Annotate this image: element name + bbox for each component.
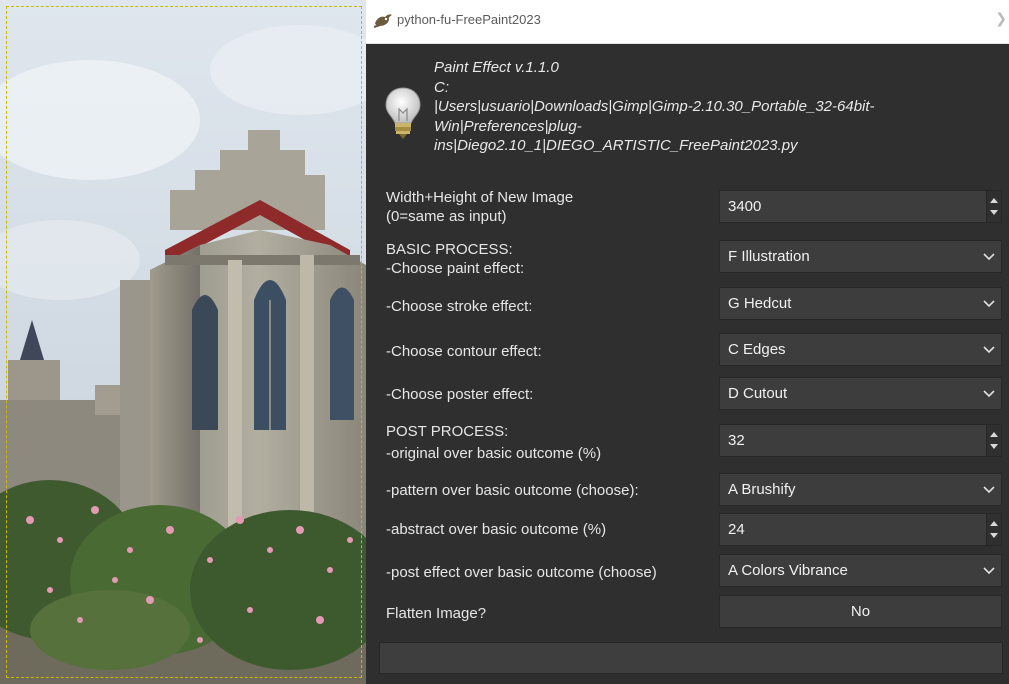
pattern-over-label: -pattern over basic outcome (choose):	[386, 482, 639, 499]
spin-up-icon[interactable]	[989, 197, 999, 204]
post-effect-label: -post effect over basic outcome (choose)	[386, 564, 657, 581]
post-effect-value: A Colors Vibrance	[728, 562, 848, 579]
pattern-over-value: A Brushify	[728, 481, 796, 498]
spin-down-icon[interactable]	[989, 532, 999, 539]
chevron-down-icon	[983, 346, 995, 354]
width-height-value: 3400	[728, 198, 762, 215]
original-over-value: 32	[728, 432, 745, 449]
poster-effect-dropdown[interactable]: D Cutout	[719, 377, 1002, 410]
spin-buttons[interactable]	[986, 425, 1001, 456]
stroke-effect-label: -Choose stroke effect:	[386, 298, 533, 315]
width-height-spinbox[interactable]: 3400	[719, 190, 1002, 223]
chevron-down-icon	[983, 253, 995, 261]
plugin-dialog: python-fu-FreePaint2023 ❯ Paint Effect v…	[366, 0, 1009, 684]
poster-effect-label: -Choose poster effect:	[386, 386, 534, 403]
chevron-down-icon	[983, 567, 995, 575]
info-line: C:	[434, 78, 449, 96]
chevron-down-icon	[983, 300, 995, 308]
gimp-wilber-icon	[373, 14, 392, 28]
width-height-label: Width+Height of New Image	[386, 189, 574, 206]
basic-process-label: BASIC PROCESS:	[386, 241, 513, 258]
contour-effect-dropdown[interactable]: C Edges	[719, 333, 1002, 366]
chevron-down-icon	[983, 486, 995, 494]
post-process-label: POST PROCESS:	[386, 423, 509, 440]
paint-effect-dropdown[interactable]: F Illustration	[719, 240, 1002, 273]
info-line: |Users|usuario|Downloads|Gimp|Gimp-2.10.…	[434, 98, 875, 115]
abstract-over-label: -abstract over basic outcome (%)	[386, 521, 607, 538]
window-title: python-fu-FreePaint2023	[397, 12, 541, 27]
width-height-sublabel: (0=same as input)	[386, 208, 507, 225]
progress-bar	[379, 642, 1003, 674]
spin-down-icon[interactable]	[989, 443, 999, 450]
spin-buttons[interactable]	[986, 191, 1001, 222]
lightbulb-icon	[385, 87, 421, 139]
pattern-over-dropdown[interactable]: A Brushify	[719, 473, 1002, 506]
original-over-label: -original over basic outcome (%)	[386, 445, 602, 462]
spin-buttons[interactable]	[986, 514, 1001, 545]
chevron-down-icon	[983, 390, 995, 398]
title-bar[interactable]: python-fu-FreePaint2023 ❯	[366, 0, 1009, 44]
contour-effect-label: -Choose contour effect:	[386, 343, 542, 360]
plugin-info-text: Paint Effect v.1.1.0 C: |Users|usuario|D…	[434, 58, 994, 156]
abstract-over-spinbox[interactable]: 24	[719, 513, 1002, 546]
info-line: Paint Effect v.1.1.0	[434, 59, 559, 76]
abstract-over-value: 24	[728, 521, 745, 538]
stroke-effect-value: G Hedcut	[728, 295, 792, 312]
image-canvas	[0, 0, 366, 684]
stroke-effect-dropdown[interactable]: G Hedcut	[719, 287, 1002, 320]
spin-up-icon[interactable]	[989, 520, 999, 527]
info-line: ins|Diego2.10_1|DIEGO_ARTISTIC_FreePaint…	[434, 137, 798, 154]
post-effect-dropdown[interactable]: A Colors Vibrance	[719, 554, 1002, 587]
castle-painting	[0, 0, 366, 684]
plugin-info: Paint Effect v.1.1.0 C: |Users|usuario|D…	[382, 55, 1002, 180]
spin-down-icon[interactable]	[989, 209, 999, 216]
contour-effect-value: C Edges	[728, 341, 786, 358]
close-icon[interactable]: ❯	[995, 10, 1007, 27]
flatten-value: No	[850, 603, 871, 620]
flatten-toggle-button[interactable]: No	[719, 595, 1002, 628]
spin-up-icon[interactable]	[989, 431, 999, 438]
info-line: Win|Preferences|plug-	[434, 117, 582, 135]
paint-effect-label: -Choose paint effect:	[386, 260, 525, 277]
original-over-spinbox[interactable]: 32	[719, 424, 1002, 457]
paint-effect-value: F Illustration	[728, 248, 810, 265]
flatten-label: Flatten Image?	[386, 605, 487, 622]
poster-effect-value: D Cutout	[728, 385, 788, 402]
